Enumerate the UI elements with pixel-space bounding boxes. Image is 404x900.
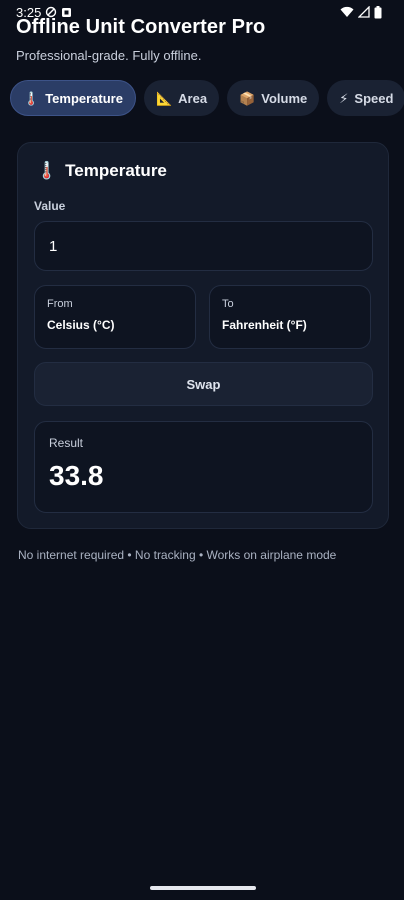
gesture-nav-handle[interactable] [150,886,256,890]
battery-icon [374,5,382,18]
thermometer-icon: 🌡️ [36,161,58,180]
tab-label: Volume [261,90,308,106]
tab-speed[interactable]: ⚡ Speed [327,80,404,116]
cellular-signal-icon [358,6,370,18]
screen: 3:25 Offline Unit Converter Pro Professi… [0,0,404,900]
converter-card: 🌡️ Temperature Value From Celsius (°C) T… [17,142,389,529]
to-value: Fahrenheit (°F) [222,318,307,332]
tab-volume[interactable]: 📦 Volume [227,80,320,116]
result-panel: Result 33.8 [34,421,373,513]
value-label: Value [34,199,66,213]
tab-label: Speed [354,90,394,106]
tab-area[interactable]: 📐 Area [143,80,220,116]
result-value: 33.8 [49,460,104,491]
from-value: Celsius (°C) [47,318,115,332]
swap-button[interactable]: Swap [34,362,373,406]
value-input[interactable] [34,221,373,271]
tab-label: Temperature [45,90,123,106]
footer-note: No internet required • No tracking • Wor… [18,548,337,562]
package-icon: 📦 [239,90,256,106]
to-unit-select[interactable]: To Fahrenheit (°F) [209,285,371,349]
category-tabs: 🌡️ Temperature 📐 Area 📦 Volume ⚡ Speed [10,80,404,116]
to-label: To [222,298,234,310]
tab-label: Area [178,90,208,106]
tab-temperature[interactable]: 🌡️ Temperature [10,80,136,116]
card-title: Temperature [65,161,167,180]
from-label: From [47,298,73,310]
result-label: Result [49,436,84,450]
ruler-icon: 📐 [155,90,173,106]
from-unit-select[interactable]: From Celsius (°C) [34,285,196,349]
app-subtitle: Professional-grade. Fully offline. [16,48,202,63]
card-header: 🌡️ Temperature [36,161,167,181]
app-title: Offline Unit Converter Pro [16,16,266,38]
thermometer-icon: 🌡️ [23,90,40,106]
wifi-icon [340,6,354,17]
lightning-icon: ⚡ [339,90,349,106]
